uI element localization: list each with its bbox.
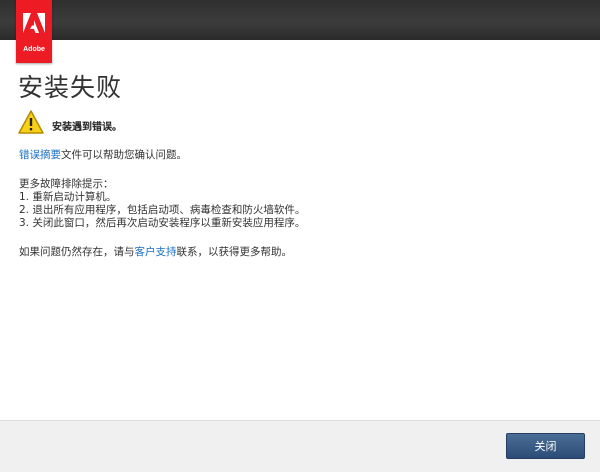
installer-window: Adobe 安装失败 安装遇到错误。 错误摘要文件可以帮助您确认问题。 更多故障…: [0, 0, 600, 472]
support-line: 如果问题仍然存在，请与客户支持联系，以获得更多帮助。: [19, 244, 292, 259]
title-bar: [0, 0, 600, 40]
alert-message: 安装遇到错误。: [52, 122, 122, 133]
adobe-logo: Adobe: [16, 0, 52, 63]
close-button[interactable]: 关闭: [506, 433, 585, 459]
error-summary-link[interactable]: 错误摘要: [19, 149, 61, 161]
warning-icon: [18, 110, 44, 134]
support-prefix: 如果问题仍然存在，请与: [19, 246, 135, 258]
customer-support-link[interactable]: 客户支持: [135, 246, 177, 258]
tip-item-3: 3. 关闭此窗口，然后再次启动安装程序以重新安装应用程序。: [19, 217, 306, 229]
page-title: 安装失败: [18, 73, 123, 102]
summary-text: 文件可以帮助您确认问题。: [61, 149, 187, 161]
adobe-logo-icon: [23, 13, 45, 33]
summary-line: 错误摘要文件可以帮助您确认问题。: [19, 147, 187, 162]
adobe-logo-text: Adobe: [23, 46, 45, 53]
support-suffix: 联系，以获得更多帮助。: [176, 246, 293, 258]
